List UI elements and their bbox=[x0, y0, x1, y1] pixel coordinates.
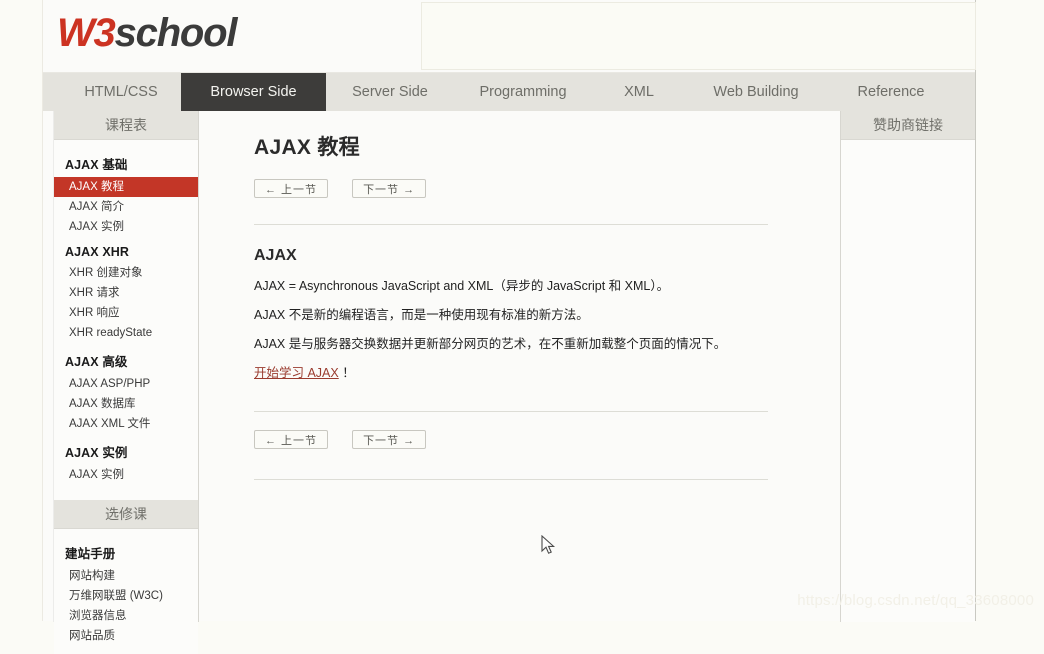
start-learning-ajax-link[interactable]: 开始学习 AJAX bbox=[254, 366, 339, 380]
sidebar-item-browser-info[interactable]: 浏览器信息 bbox=[54, 606, 198, 626]
main-content: AJAX 教程 ← 上一节 下一节 → AJAX AJAX = Asynchro… bbox=[200, 111, 790, 622]
nav-left-spacer bbox=[43, 73, 61, 111]
site-container: W3school HTML/CSS Browser Side Server Si… bbox=[42, 0, 976, 654]
sidebar-item-ajax-database[interactable]: AJAX 数据库 bbox=[54, 394, 198, 414]
sidebar-item-w3c[interactable]: 万维网联盟 (W3C) bbox=[54, 586, 198, 606]
cta-paragraph: 开始学习 AJAX ！ bbox=[254, 352, 768, 381]
nav-tab-list: HTML/CSS Browser Side Server Side Progra… bbox=[43, 73, 975, 111]
divider-bottom bbox=[254, 479, 768, 480]
pager-bottom: ← 上一节 下一节 → bbox=[254, 430, 768, 449]
sidebar-courses-block: AJAX 基础 AJAX 教程 AJAX 简介 AJAX 实例 AJAX XHR… bbox=[54, 140, 198, 500]
site-header: W3school bbox=[43, 0, 976, 72]
sidebar-electives-block: 建站手册 网站构建 万维网联盟 (W3C) 浏览器信息 网站品质 bbox=[54, 529, 198, 654]
sidebar-group-ajax-basics: AJAX 基础 bbox=[65, 158, 128, 172]
sidebar-item-ajax-tutorial[interactable]: AJAX 教程 bbox=[54, 177, 198, 197]
sidebar-item-xhr-create[interactable]: XHR 创建对象 bbox=[54, 263, 198, 283]
logo-w3-text: W3 bbox=[57, 11, 116, 55]
left-sidebar: 课程表 AJAX 基础 AJAX 教程 AJAX 简介 AJAX 实例 AJAX… bbox=[53, 111, 199, 654]
prev-section-button-top[interactable]: ← 上一节 bbox=[254, 179, 329, 198]
tab-server-side[interactable]: Server Side bbox=[326, 73, 454, 111]
sidebar-divider bbox=[54, 485, 198, 492]
tab-html-css[interactable]: HTML/CSS bbox=[61, 73, 181, 111]
right-sidebar: 赞助商链接 bbox=[840, 111, 975, 622]
divider-middle bbox=[254, 411, 768, 412]
section-heading: AJAX bbox=[254, 247, 297, 264]
sidebar-item-xhr-request[interactable]: XHR 请求 bbox=[54, 283, 198, 303]
sidebar-heading-electives: 选修课 bbox=[54, 500, 198, 529]
paragraph-art-of-exchange: AJAX 是与服务器交换数据并更新部分网页的艺术，在不重新加载整个页面的情况下。 bbox=[254, 337, 727, 351]
main-navigation: HTML/CSS Browser Side Server Side Progra… bbox=[43, 72, 975, 111]
tab-reference[interactable]: Reference bbox=[826, 73, 956, 111]
sidebar-group-ajax-examples: AJAX 实例 bbox=[65, 446, 128, 460]
tab-xml[interactable]: XML bbox=[592, 73, 686, 111]
sidebar-item-ajax-example[interactable]: AJAX 实例 bbox=[54, 217, 198, 237]
sidebar-item-ajax-asp-php[interactable]: AJAX ASP/PHP bbox=[54, 374, 198, 394]
paragraph-not-new-language: AJAX 不是新的编程语言，而是一种使用现有标准的新方法。 bbox=[254, 308, 589, 322]
next-section-button-bottom[interactable]: 下一节 → bbox=[352, 430, 427, 449]
page-title: AJAX 教程 bbox=[254, 136, 360, 159]
sponsor-links-heading: 赞助商链接 bbox=[841, 111, 975, 140]
tab-web-building[interactable]: Web Building bbox=[686, 73, 826, 111]
prev-section-button-bottom[interactable]: ← 上一节 bbox=[254, 430, 329, 449]
logo-school-text: school bbox=[114, 11, 238, 55]
sidebar-item-ajax-examples-link[interactable]: AJAX 实例 bbox=[54, 465, 198, 485]
sidebar-group-ajax-advanced: AJAX 高级 bbox=[65, 355, 128, 369]
sidebar-item-site-quality[interactable]: 网站品质 bbox=[54, 626, 198, 646]
sidebar-heading-courses: 课程表 bbox=[54, 111, 198, 140]
sidebar-item-ajax-xml-file[interactable]: AJAX XML 文件 bbox=[54, 414, 198, 434]
next-section-button-top[interactable]: 下一节 → bbox=[352, 179, 427, 198]
sidebar-item-xhr-readystate[interactable]: XHR readyState bbox=[54, 323, 198, 343]
paragraph-definition: AJAX = Asynchronous JavaScript and XML（异… bbox=[254, 279, 670, 293]
sidebar-item-site-building[interactable]: 网站构建 bbox=[54, 566, 198, 586]
sidebar-item-xhr-response[interactable]: XHR 响应 bbox=[54, 303, 198, 323]
top-banner-ad[interactable] bbox=[421, 2, 976, 70]
tab-programming[interactable]: Programming bbox=[454, 73, 592, 111]
sidebar-group-site-manual: 建站手册 bbox=[65, 547, 116, 561]
tab-browser-side[interactable]: Browser Side bbox=[181, 73, 326, 111]
cta-suffix: ！ bbox=[342, 366, 355, 380]
page-root: W3school HTML/CSS Browser Side Server Si… bbox=[0, 0, 1044, 654]
sidebar-item-ajax-intro[interactable]: AJAX 简介 bbox=[54, 197, 198, 217]
content-area: 课程表 AJAX 基础 AJAX 教程 AJAX 简介 AJAX 实例 AJAX… bbox=[43, 111, 975, 654]
pager-top: ← 上一节 下一节 → bbox=[254, 179, 768, 198]
sidebar-group-ajax-xhr: AJAX XHR bbox=[65, 245, 130, 259]
w3school-logo[interactable]: W3school bbox=[57, 9, 238, 57]
